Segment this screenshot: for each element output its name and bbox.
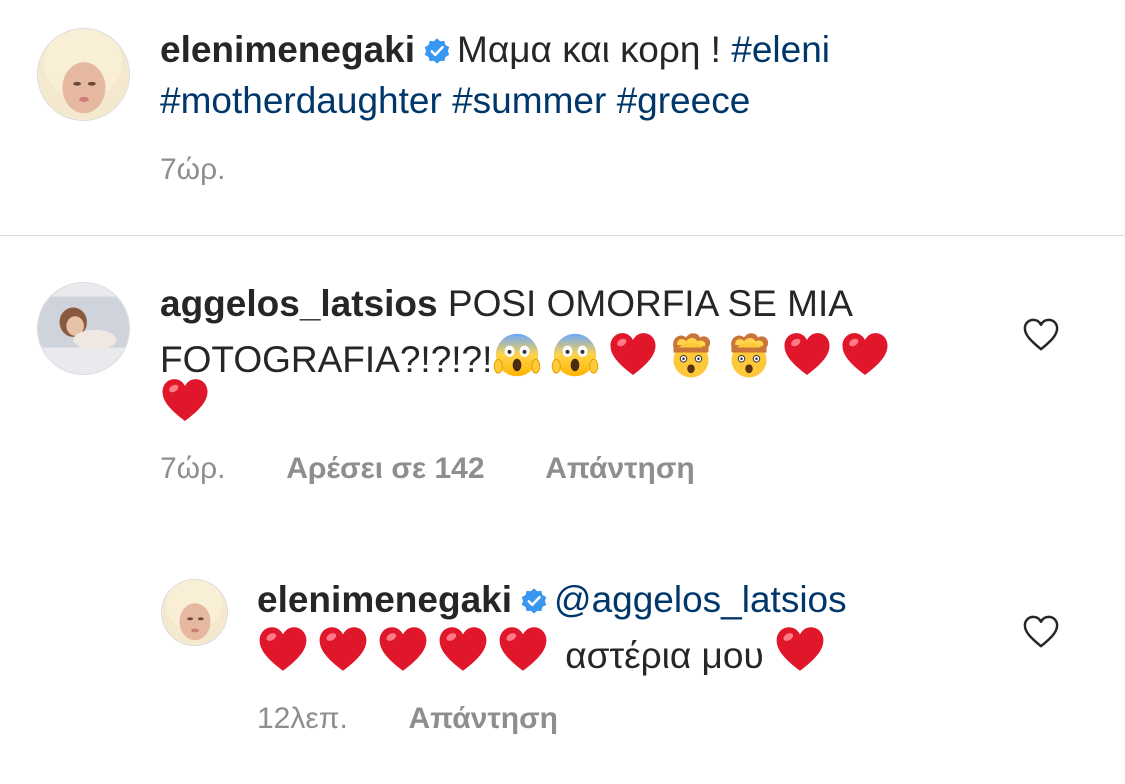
verified-badge-icon (423, 37, 451, 65)
divider (0, 235, 1125, 236)
verified-badge-icon (520, 587, 548, 615)
red-heart-emoji (497, 624, 549, 676)
reply-username[interactable]: elenimenegaki (257, 579, 512, 620)
hashtag-summer[interactable]: #summer (452, 80, 606, 121)
comment-heart-outline-icon[interactable] (1022, 317, 1060, 353)
reply-text: αστέρια μου (565, 635, 764, 676)
reply-avatar[interactable] (161, 579, 228, 646)
comment-username[interactable]: aggelos_latsios (160, 283, 438, 324)
caption-username[interactable]: elenimenegaki (160, 29, 415, 70)
comment-time: 7ώρ. (160, 452, 226, 485)
exploding-head-emoji (724, 330, 774, 380)
red-heart-emoji (317, 624, 369, 676)
red-heart-emoji (437, 624, 489, 676)
comment-text-line2: FOTOGRAFIA?!?!?! (160, 339, 493, 380)
comment-text-line1: POSI OMORFIA SE MIA (447, 283, 853, 324)
reply-mention-link[interactable]: @aggelos_latsios (554, 579, 847, 620)
avatar-image (162, 580, 227, 645)
comment-line3 (160, 376, 210, 429)
red-heart-emoji (608, 330, 658, 380)
reply-heart-outline-icon[interactable] (1022, 614, 1060, 650)
reply-reply-button[interactable]: Απάντηση (408, 702, 558, 735)
reply-line1: elenimenegaki @aggelos_latsios (257, 576, 847, 623)
avatar-image (38, 283, 129, 374)
red-heart-emoji (840, 330, 890, 380)
exploding-head-emoji (666, 330, 716, 380)
scream-face-emoji (492, 330, 542, 380)
caption-line2: #motherdaughter #summer #greece (160, 77, 750, 124)
hashtag-greece[interactable]: #greece (617, 80, 751, 121)
red-heart-emoji (257, 624, 309, 676)
reply-meta: 12λεπ. Απάντηση (257, 701, 558, 737)
caption-avatar[interactable] (37, 28, 130, 121)
caption-text: Μαμα και κορη ! (457, 29, 721, 70)
reply-line2: αστέρια μου (257, 624, 826, 679)
scream-face-emoji (550, 330, 600, 380)
hashtag-eleni[interactable]: #eleni (731, 29, 830, 70)
comment-line2: FOTOGRAFIA?!?!?! (160, 330, 890, 383)
hashtag-motherdaughter[interactable]: #motherdaughter (160, 80, 442, 121)
comment-likes-link[interactable]: Αρέσει σε 142 (286, 452, 484, 485)
red-heart-emoji (377, 624, 429, 676)
avatar-image (38, 29, 129, 120)
reply-time: 12λεπ. (257, 702, 348, 735)
comment-meta: 7ώρ. Αρέσει σε 142 Απάντηση (160, 451, 695, 487)
comment-avatar[interactable] (37, 282, 130, 375)
caption-time: 7ώρ. (160, 153, 226, 186)
caption-line1: elenimenegaki Μαμα και κορη ! #eleni (160, 26, 830, 73)
red-heart-emoji (782, 330, 832, 380)
comment-reply-button[interactable]: Απάντηση (545, 452, 695, 485)
comment-line1: aggelos_latsios POSI OMORFIA SE MIA (160, 280, 853, 327)
red-heart-emoji (774, 624, 826, 676)
red-heart-emoji (160, 376, 210, 426)
